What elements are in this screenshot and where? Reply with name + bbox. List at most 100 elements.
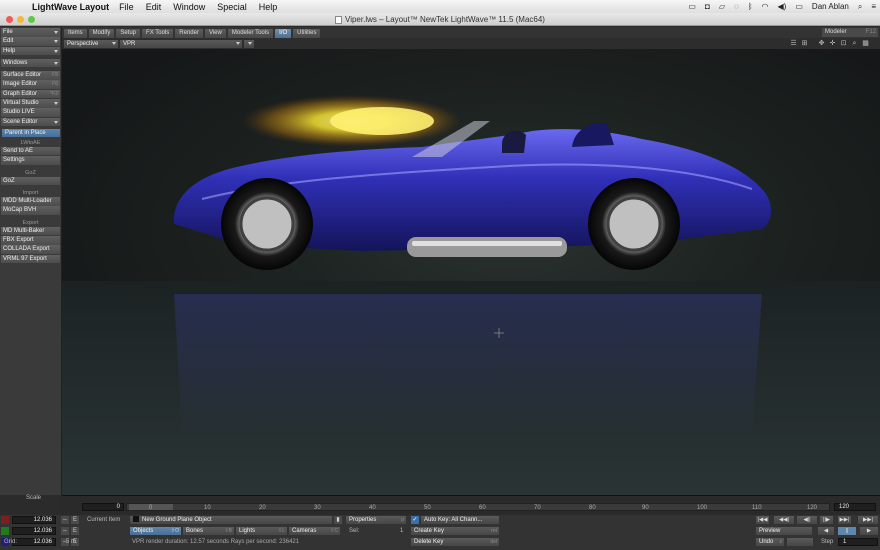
airplay-icon[interactable]: ▱	[719, 2, 725, 11]
tab-modify[interactable]: Modify	[88, 29, 115, 38]
magnify-icon[interactable]: ⌕	[850, 39, 859, 48]
pause-button[interactable]: ||	[838, 527, 856, 535]
modeler-button[interactable]: Modeler F12	[822, 28, 878, 37]
goz-button[interactable]: GoZ	[1, 176, 60, 186]
sync-icon[interactable]: ◌	[734, 2, 739, 11]
axis-lock-icon[interactable]: ⇔	[61, 516, 69, 524]
position-z-field[interactable]: 12.036	[12, 538, 56, 546]
properties-button[interactable]: Properties p	[346, 516, 406, 524]
fit-view-icon[interactable]: ▦	[861, 39, 870, 48]
tab-modeler-tools[interactable]: Modeler Tools	[227, 29, 274, 38]
tab-view[interactable]: View	[204, 29, 226, 38]
settings-button[interactable]: Settings	[1, 156, 60, 165]
zoom-window-button[interactable]	[28, 16, 35, 23]
scene-editor-button[interactable]: Scene Editor	[1, 117, 60, 127]
tab-items[interactable]: Items	[64, 29, 87, 38]
mdd-multi-loader-button[interactable]: MDD Multi-Loader	[1, 197, 60, 206]
redo-button[interactable]	[787, 538, 813, 546]
menu-edit[interactable]: Edit	[146, 2, 162, 12]
collada-export-button[interactable]: COLLADA Export	[1, 245, 60, 254]
help-menu-button[interactable]: Help	[1, 46, 60, 56]
volume-icon[interactable]: ◀)	[778, 2, 787, 11]
tab-render[interactable]: Render	[175, 29, 203, 38]
tab-io[interactable]: I/O	[275, 29, 292, 38]
minimize-window-button[interactable]	[17, 16, 24, 23]
next-frame-button[interactable]: ||▶	[820, 516, 833, 524]
timeline-slider[interactable]: 0 10 20 30 40 50 60 70 80 90 100 110 120	[126, 503, 830, 511]
play-forward-button[interactable]: ▶	[860, 527, 878, 535]
delete-key-button[interactable]: Delete Key del	[411, 538, 499, 546]
file-menu-button[interactable]: File	[1, 28, 60, 37]
fbx-export-button[interactable]: FBX Export	[1, 236, 60, 245]
user-name[interactable]: Dan Ablan	[812, 2, 849, 11]
md-multi-baker-button[interactable]: MD Multi-Baker	[1, 226, 60, 236]
move-view-icon[interactable]: ✥	[817, 39, 826, 48]
surface-editor-button[interactable]: Surface Editor F5	[1, 71, 60, 80]
position-y-field[interactable]: 12.036	[12, 527, 56, 535]
preview-dropdown[interactable]: Preview	[756, 527, 812, 535]
button-label: Settings	[3, 157, 25, 164]
zoom-view-icon[interactable]: ⊡	[839, 39, 848, 48]
screen-icon[interactable]: ▭	[688, 2, 696, 11]
app-name-menu[interactable]: LightWave Layout	[32, 2, 109, 12]
render-mode-dropdown[interactable]: VPR	[120, 39, 242, 48]
parent-in-place-button[interactable]: Parent in Place	[2, 128, 60, 137]
objects-button[interactable]: Objects ⇧O	[130, 527, 181, 535]
edit-menu-button[interactable]: Edit	[1, 37, 60, 46]
axis-lock-icon[interactable]: ⇔	[61, 527, 69, 535]
previous-frame-button[interactable]: ◀||	[797, 516, 817, 524]
dropdown-arrow-icon	[54, 120, 58, 124]
spotlight-icon[interactable]: ⌕	[858, 2, 862, 12]
menu-special[interactable]: Special	[217, 2, 247, 12]
current-item-value: New Ground Plane Object	[142, 517, 212, 523]
cameras-button[interactable]: Cameras ⇧C	[289, 527, 340, 535]
view-mode-dropdown[interactable]: Perspective	[64, 39, 118, 48]
windows-menu-button[interactable]: Windows	[1, 58, 60, 68]
item-pin-icon[interactable]: ▮	[334, 516, 342, 524]
image-editor-button[interactable]: Image Editor F6	[1, 80, 60, 89]
timeline-start-field[interactable]: 0	[82, 503, 124, 511]
camera-icon[interactable]: ◘	[705, 2, 710, 11]
step-field[interactable]: 1	[838, 538, 878, 546]
virtual-studio-button[interactable]: Virtual Studio	[1, 99, 60, 108]
mocap-bvh-button[interactable]: MoCap BVH	[1, 206, 60, 215]
wifi-icon[interactable]: ◠	[762, 2, 769, 11]
next-key-button[interactable]: ▶▶|	[838, 516, 851, 524]
graph-editor-button[interactable]: Graph Editor ^F2	[1, 89, 60, 99]
list-icon[interactable]: ☰	[789, 39, 798, 48]
button-label: MD Multi-Baker	[3, 227, 45, 234]
menu-help[interactable]: Help	[259, 2, 278, 12]
undo-button[interactable]: Undo z	[756, 538, 784, 546]
send-to-ae-button[interactable]: Send to AE	[1, 146, 60, 156]
battery-icon[interactable]: ▭	[795, 2, 803, 11]
menu-file[interactable]: File	[119, 2, 134, 12]
bones-button[interactable]: Bones ⇧B	[183, 527, 234, 535]
create-key-button[interactable]: Create Key ret	[411, 527, 499, 535]
lights-button[interactable]: Lights ⇧L	[236, 527, 287, 535]
envelope-button[interactable]: E	[71, 527, 79, 535]
envelope-button[interactable]: E	[71, 516, 79, 524]
timeline-end-field[interactable]: 120	[834, 503, 876, 511]
close-window-button[interactable]	[6, 16, 13, 23]
bluetooth-icon[interactable]: ᛒ	[748, 2, 753, 11]
notification-icon[interactable]: ≡	[871, 2, 876, 11]
play-reverse-button[interactable]: ◀	[818, 527, 834, 535]
previous-key-button[interactable]: ◀◀|	[774, 516, 794, 524]
tab-fx-tools[interactable]: FX Tools	[142, 29, 174, 38]
rotate-view-icon[interactable]: ✛	[828, 39, 837, 48]
studio-live-button[interactable]: Studio LIVE	[1, 108, 60, 117]
tab-utilities[interactable]: Utilities	[293, 29, 321, 38]
last-frame-button[interactable]: ▶▶|	[858, 516, 878, 524]
viewport-3d[interactable]	[62, 49, 880, 495]
tab-setup[interactable]: Setup	[116, 29, 141, 38]
viewport-options-dropdown[interactable]	[244, 39, 254, 48]
shortcut-label: ⇧B	[224, 528, 232, 534]
maximize-viewport-icon[interactable]: ⊞	[800, 39, 809, 48]
vrml-export-button[interactable]: VRML 97 Export	[1, 254, 60, 264]
position-x-field[interactable]: 12.036	[12, 516, 56, 524]
first-frame-button[interactable]: |◀◀	[756, 516, 769, 524]
current-item-dropdown[interactable]: New Ground Plane Object	[130, 516, 332, 524]
menu-window[interactable]: Window	[173, 2, 205, 12]
auto-key-dropdown[interactable]: Auto Key: All Chann...	[421, 516, 499, 524]
auto-key-checkbox[interactable]: ✓	[411, 516, 419, 524]
